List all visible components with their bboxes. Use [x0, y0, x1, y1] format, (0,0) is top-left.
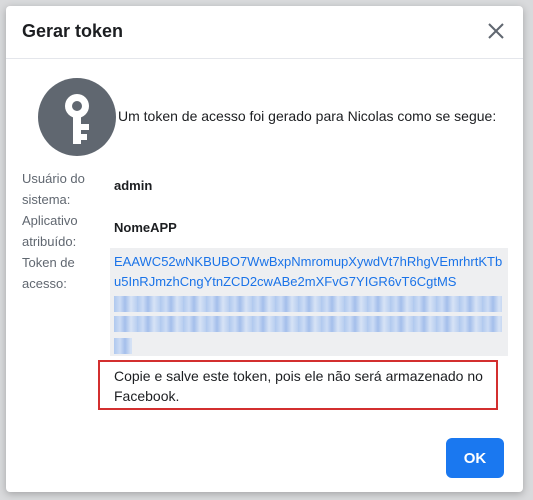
label-assigned-app: Aplicativo atribuído: [22, 213, 78, 249]
label-access-token: Token de acesso: [22, 255, 75, 291]
dialog-title: Gerar token [22, 21, 124, 41]
generate-token-dialog: Gerar token Um token de acesso foi gerad… [6, 6, 523, 492]
close-button[interactable] [487, 22, 505, 40]
warning-text: Copie e salve este token, pois ele não s… [114, 368, 483, 404]
intro-text: Um token de acesso foi gerado para Nicol… [118, 108, 497, 124]
dialog-header: Gerar token [6, 6, 523, 59]
label-system-user: Usuário do sistema: [22, 171, 85, 207]
field-labels: Usuário do sistema: Aplicativo atribuído… [22, 168, 102, 294]
access-token-text[interactable]: EAAWC52wNKBUBO7WwBxpNmromupXywdVt7hRhgVE… [114, 252, 506, 292]
token-redacted-line [114, 296, 502, 312]
token-redacted-line [114, 316, 502, 332]
assigned-app-value: NomeAPP [114, 220, 177, 235]
access-token-box[interactable]: EAAWC52wNKBUBO7WwBxpNmromupXywdVt7hRhgVE… [110, 248, 508, 356]
system-user-value: admin [114, 178, 153, 193]
token-redacted-line [114, 338, 132, 354]
key-icon-circle [38, 78, 116, 156]
close-icon [488, 23, 504, 39]
key-icon [65, 94, 89, 144]
ok-button[interactable]: OK [446, 438, 504, 478]
